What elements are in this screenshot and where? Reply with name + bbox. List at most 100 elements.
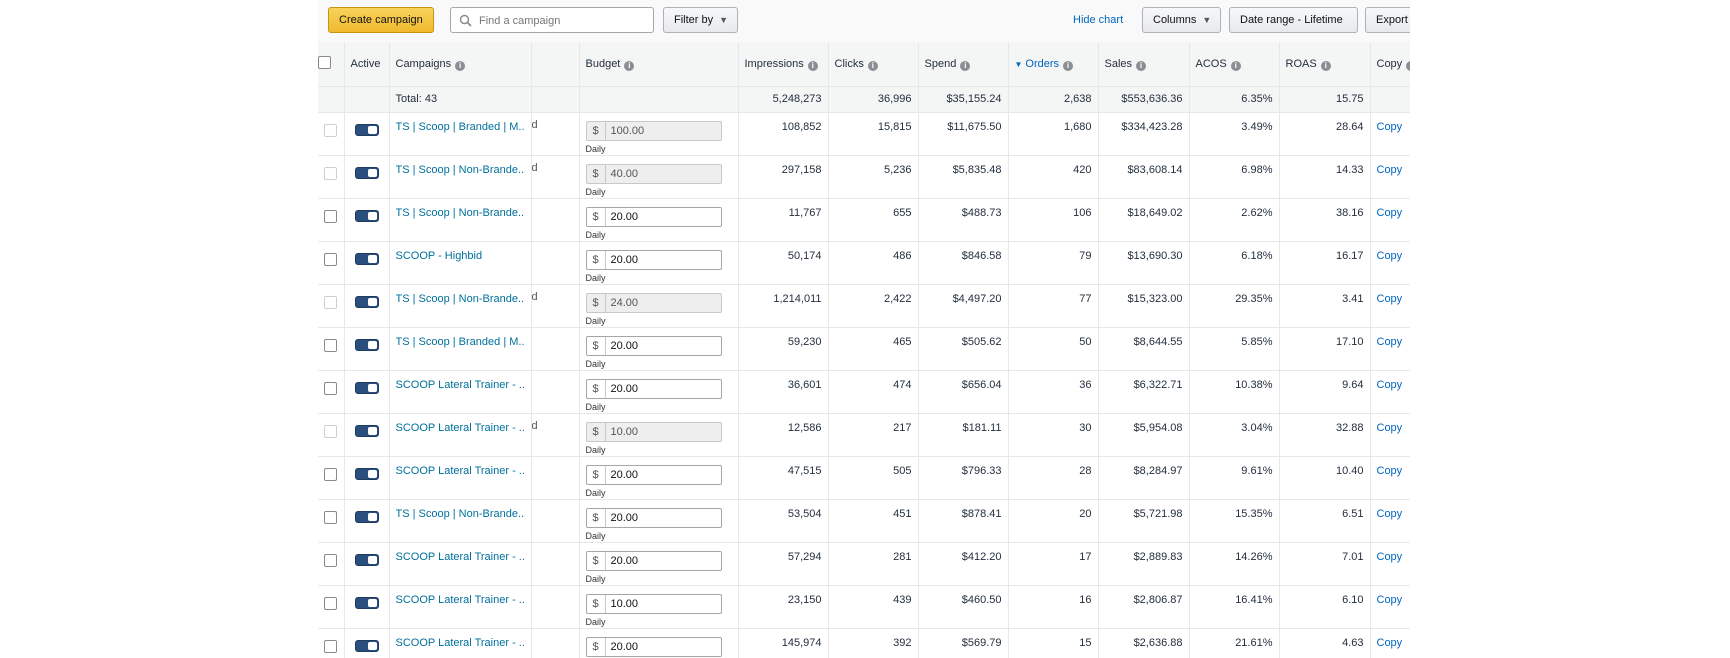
info-icon[interactable]: i bbox=[624, 60, 635, 71]
row-spend: $11,675.50 bbox=[918, 112, 1009, 156]
campaign-name-link[interactable]: TS | Scoop | Non-Brande... bbox=[396, 293, 525, 305]
row-checkbox[interactable] bbox=[324, 123, 338, 137]
row-checkbox[interactable] bbox=[324, 596, 338, 610]
header-spend[interactable]: Spend i bbox=[918, 43, 1009, 87]
copy-link[interactable]: Copy bbox=[1377, 637, 1403, 649]
toggle-icon[interactable] bbox=[354, 424, 379, 437]
info-icon[interactable]: i bbox=[1406, 60, 1409, 71]
campaign-name-link[interactable]: SCOOP Lateral Trainer - ... bbox=[396, 422, 525, 434]
columns-button[interactable]: Columns ▼ bbox=[1142, 7, 1221, 33]
row-checkbox[interactable] bbox=[324, 381, 338, 395]
info-icon[interactable]: i bbox=[867, 60, 878, 71]
header-impressions[interactable]: Impressions i bbox=[738, 43, 829, 87]
row-checkbox[interactable] bbox=[324, 295, 338, 309]
truncated-text: d bbox=[531, 118, 538, 131]
copy-link[interactable]: Copy bbox=[1377, 594, 1403, 606]
campaign-name-link[interactable]: TS | Scoop | Branded | M... bbox=[396, 336, 525, 348]
copy-link[interactable]: Copy bbox=[1377, 508, 1403, 520]
campaign-name-link[interactable]: TS | Scoop | Branded | M... bbox=[396, 121, 525, 133]
row-checkbox[interactable] bbox=[324, 338, 338, 352]
search-input[interactable] bbox=[477, 10, 651, 32]
budget-input[interactable]: $20.00 bbox=[585, 507, 722, 528]
table-row: SCOOP Lateral Trainer - ... $10.00 Daily 23… bbox=[318, 585, 1410, 629]
budget-input[interactable]: $20.00 bbox=[585, 378, 722, 399]
create-campaign-button[interactable]: Create campaign bbox=[328, 7, 434, 33]
campaign-name-link[interactable]: SCOOP - Highbid bbox=[396, 250, 525, 262]
budget-input[interactable]: $20.00 bbox=[585, 550, 722, 571]
header-clicks[interactable]: Clicks i bbox=[828, 43, 919, 87]
export-button[interactable]: Export bbox=[1365, 7, 1410, 33]
toggle-icon[interactable] bbox=[354, 338, 379, 351]
hide-chart-link[interactable]: Hide chart bbox=[1073, 7, 1123, 33]
row-budget-cell: $40.00 Daily bbox=[579, 155, 739, 199]
header-budget[interactable]: Budget i bbox=[579, 43, 739, 87]
copy-link[interactable]: Copy bbox=[1377, 164, 1403, 176]
copy-link[interactable]: Copy bbox=[1377, 207, 1403, 219]
copy-link[interactable]: Copy bbox=[1377, 293, 1403, 305]
budget-input[interactable]: $20.00 bbox=[585, 464, 722, 485]
copy-link[interactable]: Copy bbox=[1377, 336, 1403, 348]
row-orders: 79 bbox=[1008, 241, 1099, 285]
campaign-name-link[interactable]: SCOOP Lateral Trainer - ... bbox=[396, 465, 525, 477]
header-acos[interactable]: ACOS i bbox=[1189, 43, 1280, 87]
date-range-button[interactable]: Date range - Lifetime bbox=[1229, 7, 1358, 33]
toggle-icon[interactable] bbox=[354, 166, 379, 179]
currency-symbol: $ bbox=[587, 250, 606, 269]
row-sales: $83,608.14 bbox=[1098, 155, 1190, 199]
currency-symbol: $ bbox=[587, 594, 606, 613]
copy-link[interactable]: Copy bbox=[1377, 465, 1403, 477]
campaign-name-link[interactable]: TS | Scoop | Non-Brande... bbox=[396, 508, 525, 520]
row-checkbox[interactable] bbox=[324, 252, 338, 266]
campaign-name-link[interactable]: TS | Scoop | Non-Brande... bbox=[396, 207, 525, 219]
budget-input[interactable]: $20.00 bbox=[585, 249, 722, 270]
copy-link[interactable]: Copy bbox=[1377, 551, 1403, 563]
campaign-name-link[interactable]: SCOOP Lateral Trainer - ... bbox=[396, 551, 525, 563]
toggle-icon[interactable] bbox=[354, 510, 379, 523]
budget-input[interactable]: $10.00 bbox=[585, 593, 722, 614]
toggle-icon[interactable] bbox=[354, 596, 379, 609]
header-campaigns[interactable]: Campaigns i bbox=[389, 43, 532, 87]
toggle-icon[interactable] bbox=[354, 639, 379, 652]
campaign-name-link[interactable]: SCOOP Lateral Trainer - ... bbox=[396, 379, 525, 391]
campaign-name-link[interactable]: TS | Scoop | Non-Brande... bbox=[396, 164, 525, 176]
toggle-icon[interactable] bbox=[354, 381, 379, 394]
toggle-icon[interactable] bbox=[354, 553, 379, 566]
row-select-cell bbox=[318, 198, 345, 242]
copy-link[interactable]: Copy bbox=[1377, 121, 1403, 133]
info-icon[interactable]: i bbox=[1063, 60, 1074, 71]
filter-by-button[interactable]: Filter by ▼ bbox=[663, 7, 738, 33]
info-icon[interactable]: i bbox=[807, 60, 818, 71]
info-icon[interactable]: i bbox=[1136, 60, 1147, 71]
row-checkbox[interactable] bbox=[324, 510, 338, 524]
toggle-icon[interactable] bbox=[354, 467, 379, 480]
row-checkbox[interactable] bbox=[324, 424, 338, 438]
toggle-icon[interactable] bbox=[354, 295, 379, 308]
budget-input[interactable]: $20.00 bbox=[585, 335, 722, 356]
campaign-name-link[interactable]: SCOOP Lateral Trainer - ... bbox=[396, 637, 525, 649]
budget-input[interactable]: $20.00 bbox=[585, 206, 722, 227]
header-orders[interactable]: ▼ Orders i bbox=[1008, 43, 1099, 87]
header-sales[interactable]: Sales i bbox=[1098, 43, 1190, 87]
copy-link[interactable]: Copy bbox=[1377, 250, 1403, 262]
campaign-name-link[interactable]: SCOOP Lateral Trainer - ... bbox=[396, 594, 525, 606]
info-icon[interactable]: i bbox=[960, 60, 971, 71]
select-all-checkbox[interactable] bbox=[318, 56, 331, 70]
row-checkbox[interactable] bbox=[324, 639, 338, 653]
row-checkbox[interactable] bbox=[324, 553, 338, 567]
copy-link[interactable]: Copy bbox=[1377, 422, 1403, 434]
budget-input[interactable]: $20.00 bbox=[585, 636, 722, 657]
header-roas[interactable]: ROAS i bbox=[1279, 43, 1371, 87]
info-icon[interactable]: i bbox=[1230, 60, 1241, 71]
toggle-icon[interactable] bbox=[354, 209, 379, 222]
copy-link[interactable]: Copy bbox=[1377, 379, 1403, 391]
campaign-search[interactable] bbox=[450, 7, 654, 33]
info-icon[interactable]: i bbox=[455, 60, 466, 71]
row-checkbox[interactable] bbox=[324, 467, 338, 481]
toggle-icon[interactable] bbox=[354, 123, 379, 136]
info-icon[interactable]: i bbox=[1320, 60, 1331, 71]
row-spend: $4,497.20 bbox=[918, 284, 1009, 328]
total-orders: 2,638 bbox=[1008, 86, 1099, 113]
row-checkbox[interactable] bbox=[324, 209, 338, 223]
row-checkbox[interactable] bbox=[324, 166, 338, 180]
toggle-icon[interactable] bbox=[354, 252, 379, 265]
